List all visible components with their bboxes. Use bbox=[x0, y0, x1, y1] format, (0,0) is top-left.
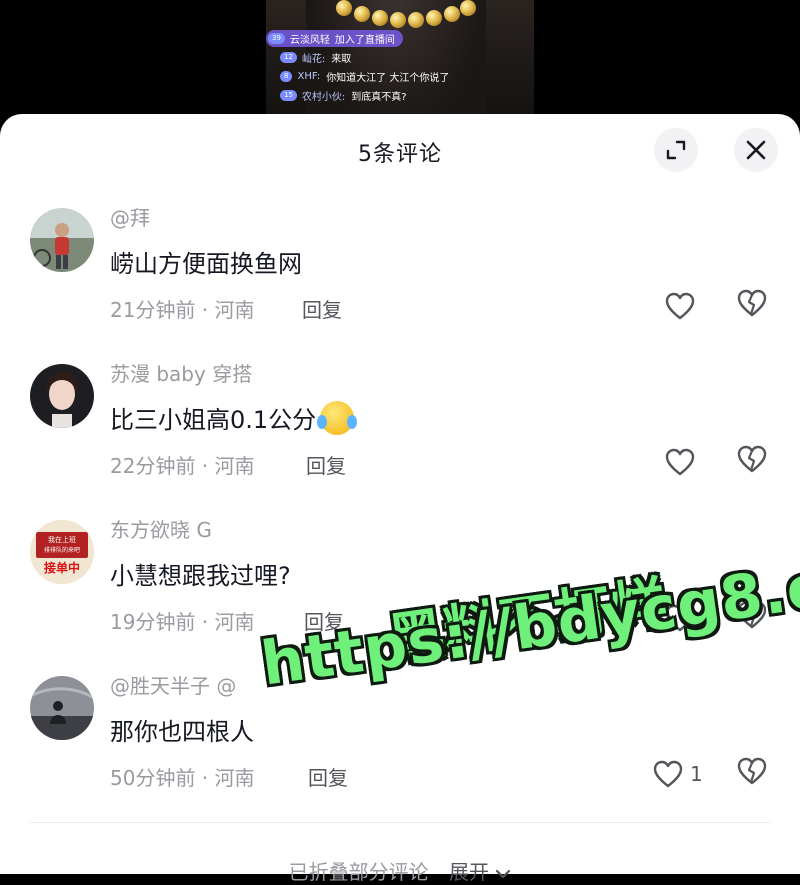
level-badge: 39 bbox=[268, 32, 285, 44]
comment-text: 崂山方便面换鱼网 bbox=[110, 250, 302, 278]
comment-text: 小慧想跟我过哩? bbox=[110, 562, 291, 590]
chat-user: 屾花: bbox=[301, 53, 326, 65]
reply-button[interactable]: 回复 bbox=[306, 450, 346, 479]
comment-sheet: 5条评论 @拜 崂山方便面换鱼网 21分钟前 · 河南 回复 苏漫 baby 穿… bbox=[0, 114, 800, 884]
avatar[interactable] bbox=[30, 676, 94, 740]
reply-button[interactable]: 回复 bbox=[308, 762, 348, 791]
like-count: 1 bbox=[690, 762, 703, 786]
close-icon bbox=[746, 140, 766, 160]
join-user: 云淡风轻 bbox=[289, 34, 330, 46]
comment-item: @胜天半子 @ 那你也四根人 50分钟前 · 河南 回复 1 bbox=[0, 674, 800, 826]
expand-folded-button[interactable]: 展开 bbox=[449, 860, 511, 884]
comment-time-location: 19分钟前 · 河南 bbox=[110, 610, 255, 634]
chat-message: 12 屾花: 来取 bbox=[266, 49, 534, 65]
level-badge: 15 bbox=[280, 89, 297, 101]
comment-time-location: 21分钟前 · 河南 bbox=[110, 298, 255, 322]
level-badge: 12 bbox=[280, 51, 297, 63]
chat-text: 到底真不真? bbox=[351, 91, 407, 103]
level-badge: 8 bbox=[280, 70, 293, 82]
reply-button[interactable]: 回复 bbox=[302, 294, 342, 323]
avatar[interactable] bbox=[30, 208, 94, 272]
close-button[interactable] bbox=[734, 128, 778, 172]
heart-icon bbox=[653, 760, 683, 788]
chat-user: XHF: bbox=[297, 70, 321, 82]
join-notice: 39 云淡风轻 加入了直播间 bbox=[266, 29, 534, 47]
dislike-button[interactable] bbox=[736, 288, 772, 324]
chat-text: 来取 bbox=[331, 53, 352, 65]
badge-main: 接单中 bbox=[44, 560, 80, 575]
like-button[interactable] bbox=[664, 444, 696, 480]
chat-user: 农村小伙: bbox=[301, 91, 346, 103]
comment-item: @拜 崂山方便面换鱼网 21分钟前 · 河南 回复 bbox=[0, 206, 800, 358]
heart-icon bbox=[665, 448, 695, 476]
chat-message: 15 农村小伙: 到底真不真? bbox=[266, 87, 534, 103]
heart-icon bbox=[665, 292, 695, 320]
comment-author[interactable]: 苏漫 baby 穿搭 bbox=[110, 358, 252, 387]
comment-text-row: 比三小姐高0.1公分 bbox=[110, 400, 358, 435]
badge-top: 我在上班 bbox=[48, 535, 76, 544]
comment-author[interactable]: @胜天半子 @ bbox=[110, 670, 236, 699]
chat-message: 8 XHF: 你知道大江了 大江个你说了 bbox=[266, 68, 534, 84]
like-button[interactable] bbox=[664, 288, 696, 324]
like-button[interactable]: 1 bbox=[652, 756, 703, 792]
broken-heart-icon bbox=[737, 757, 767, 785]
dislike-button[interactable] bbox=[736, 756, 772, 792]
expand-label: 展开 bbox=[449, 860, 489, 884]
expand-icon bbox=[666, 140, 686, 160]
chat-text: 你知道大江了 大江个你说了 bbox=[326, 72, 450, 84]
live-chat: 39 云淡风轻 加入了直播间 12 屾花: 来取 8 XHF: 你知道大江了 大… bbox=[266, 29, 534, 106]
comment-text: 比三小姐高0.1公分 bbox=[110, 406, 317, 434]
dislike-button[interactable] bbox=[736, 444, 772, 480]
bead-necklace-image bbox=[332, 0, 476, 30]
folded-comments-text: 已折叠部分评论 bbox=[288, 860, 429, 884]
live-stream-preview[interactable]: 39 云淡风轻 加入了直播间 12 屾花: 来取 8 XHF: 你知道大江了 大… bbox=[266, 0, 534, 120]
comment-text: 那你也四根人 bbox=[110, 718, 254, 746]
laughing-crying-emoji-icon bbox=[317, 400, 358, 435]
broken-heart-icon bbox=[737, 289, 767, 317]
expand-sheet-button[interactable] bbox=[654, 128, 698, 172]
broken-heart-icon bbox=[737, 445, 767, 473]
avatar[interactable] bbox=[30, 364, 94, 428]
comment-time-location: 22分钟前 · 河南 bbox=[110, 454, 255, 478]
comment-item: 苏漫 baby 穿搭 比三小姐高0.1公分 22分钟前 · 河南 回复 bbox=[0, 362, 800, 514]
folded-comments-row: 已折叠部分评论 展开 bbox=[0, 856, 800, 885]
badge-sub: 排排队的来吧 bbox=[44, 546, 80, 554]
divider bbox=[30, 822, 770, 823]
join-text: 加入了直播间 bbox=[334, 34, 395, 46]
comment-author[interactable]: @拜 bbox=[110, 202, 150, 231]
comment-time-location: 50分钟前 · 河南 bbox=[110, 766, 255, 790]
comment-author[interactable]: 东方欲晓 G bbox=[110, 514, 212, 543]
avatar[interactable]: 我在上班 排排队的来吧 接单中 bbox=[30, 520, 94, 584]
